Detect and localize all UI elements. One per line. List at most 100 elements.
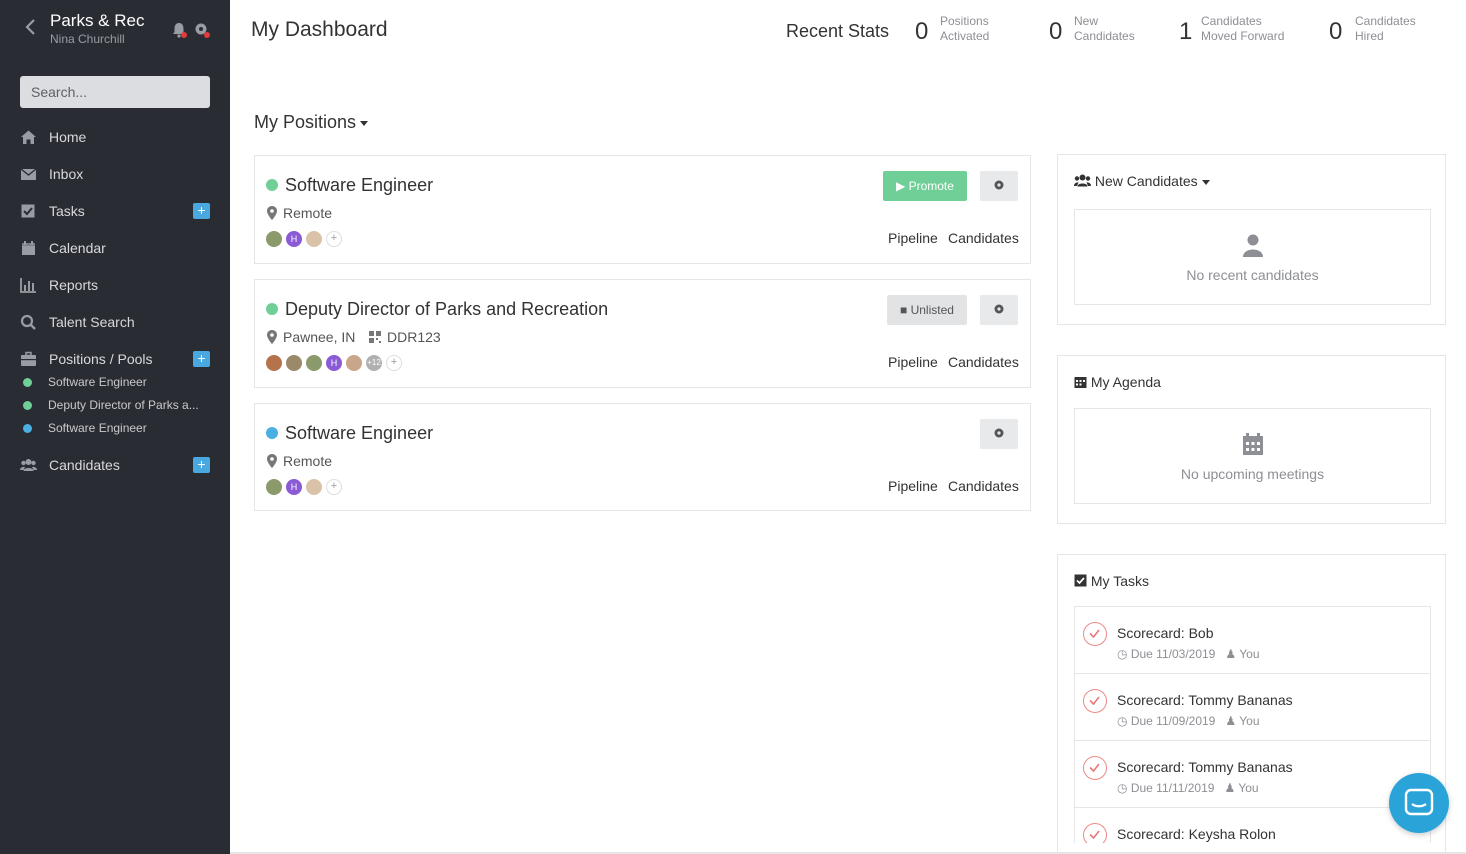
task-name[interactable]: Scorecard: Tommy Bananas [1117,692,1293,708]
check-icon [1089,696,1100,706]
position-location: Remote [283,205,333,221]
sidebar-item-candidates[interactable]: Candidates + [0,450,230,480]
sidebar-position-label: Software Engineer [48,375,147,389]
search-icon [20,314,36,330]
pipeline-link[interactable]: Pipeline [888,354,938,370]
agenda-panel: My Agenda No upcoming meetings [1057,355,1446,524]
avatar[interactable]: H [326,355,342,371]
avatar[interactable] [306,479,322,495]
avatar[interactable] [346,355,362,371]
user-icon: ♟ [1225,714,1237,728]
promote-button[interactable]: ▶ Promote [883,171,967,201]
add-team-member-button[interactable]: + [326,231,342,247]
task-item[interactable]: Scorecard: Bob ◷ Due 11/03/2019 ♟ You [1075,607,1430,674]
avatar[interactable]: H [286,479,302,495]
user-icon: ♟ [1225,647,1237,661]
pipeline-link[interactable]: Pipeline [888,230,938,246]
chat-launcher-button[interactable] [1389,773,1449,833]
chevron-left-icon[interactable] [22,17,38,37]
positions-dropdown[interactable]: My Positions [254,112,369,133]
user-icon: ♟ [1224,781,1236,795]
position-title[interactable]: Deputy Director of Parks and Recreation [285,299,608,320]
sidebar-position-label: Deputy Director of Parks a... [48,398,199,412]
stat-label: Positions Activated [940,14,990,43]
status-dot [266,303,278,315]
sidebar-item-inbox[interactable]: Inbox [0,159,230,189]
status-dot [266,427,278,439]
empty-state: No upcoming meetings [1074,408,1431,504]
position-settings-button[interactable] [980,419,1018,449]
bell-icon[interactable] [170,21,188,39]
sidebar-item-calendar[interactable]: Calendar [0,233,230,263]
position-title[interactable]: Software Engineer [285,423,433,444]
stat-label: Candidates Moved Forward [1201,14,1285,43]
complete-task-button[interactable] [1083,622,1107,646]
envelope-icon [20,168,37,180]
position-title[interactable]: Software Engineer [285,175,433,196]
empty-message: No recent candidates [1186,267,1319,283]
checkbox-icon [1074,574,1087,587]
unlisted-button[interactable]: ■ Unlisted [887,295,967,325]
candidates-link[interactable]: Candidates [948,354,1019,370]
position-settings-button[interactable] [980,171,1018,201]
gear-icon [994,304,1004,313]
caret-down-icon [360,120,369,126]
caret-down-icon [1201,179,1210,185]
new-candidates-dropdown[interactable]: New Candidates [1074,173,1210,189]
add-team-member-button[interactable]: + [326,479,342,495]
gear-icon [994,428,1004,437]
more-members-badge[interactable]: +12 [366,355,382,371]
add-position-button[interactable]: + [193,351,210,367]
sidebar-item-label: Reports [49,277,99,293]
sidebar-item-label: Talent Search [49,314,135,330]
bar-chart-icon [20,278,36,293]
sidebar-item-tasks[interactable]: Tasks + [0,196,230,226]
task-item[interactable]: Scorecard: Tommy Bananas ◷ Due 11/11/201… [1075,741,1430,808]
task-item[interactable]: Scorecard: Tommy Bananas ◷ Due 11/09/201… [1075,674,1430,741]
sidebar-item-positions[interactable]: Positions / Pools + [0,344,230,374]
search-input[interactable] [20,76,210,108]
complete-task-button[interactable] [1083,689,1107,713]
avatar[interactable] [266,479,282,495]
gear-icon [994,180,1004,189]
avatar[interactable] [306,231,322,247]
task-name[interactable]: Scorecard: Bob [1117,625,1214,641]
sidebar-item-label: Inbox [49,166,84,182]
tasks-title: My Tasks [1074,573,1149,589]
position-settings-button[interactable] [980,295,1018,325]
add-task-button[interactable]: + [193,203,210,219]
sidebar-item-talent-search[interactable]: Talent Search [0,307,230,337]
org-header: Parks & Rec Nina Churchill [0,0,230,60]
stat-value: 0 [1049,18,1063,45]
task-name[interactable]: Scorecard: Tommy Bananas [1117,759,1293,775]
candidates-link[interactable]: Candidates [948,478,1019,494]
lock-icon: ■ [900,303,908,317]
candidates-link[interactable]: Candidates [948,230,1019,246]
sidebar-position-item[interactable]: Software Engineer [0,371,230,393]
complete-task-button[interactable] [1083,823,1107,843]
avatar[interactable] [266,231,282,247]
check-icon [1089,830,1100,840]
sidebar-position-item[interactable]: Software Engineer [0,417,230,439]
complete-task-button[interactable] [1083,756,1107,780]
sidebar-position-item[interactable]: Deputy Director of Parks a... [0,394,230,416]
task-meta: ◷ Due 11/09/2019 ♟ You [1117,714,1260,728]
users-icon [20,459,37,471]
status-dot [23,401,32,410]
sidebar-item-reports[interactable]: Reports [0,270,230,300]
position-card: Software Engineer Remote H + Pipeline Ca… [254,403,1031,511]
add-candidate-button[interactable]: + [193,457,210,473]
avatar[interactable]: H [286,231,302,247]
task-item[interactable]: Scorecard: Keysha Rolon [1075,808,1430,843]
avatar[interactable] [286,355,302,371]
pipeline-link[interactable]: Pipeline [888,478,938,494]
add-team-member-button[interactable]: + [386,355,402,371]
agenda-title: My Agenda [1074,374,1161,390]
sidebar-item-home[interactable]: Home [0,122,230,152]
clock-icon: ◷ [1117,714,1128,728]
task-name[interactable]: Scorecard: Keysha Rolon [1117,826,1276,842]
position-location: Remote [283,453,333,469]
gear-icon[interactable] [193,21,211,39]
avatar[interactable] [266,355,282,371]
avatar[interactable] [306,355,322,371]
